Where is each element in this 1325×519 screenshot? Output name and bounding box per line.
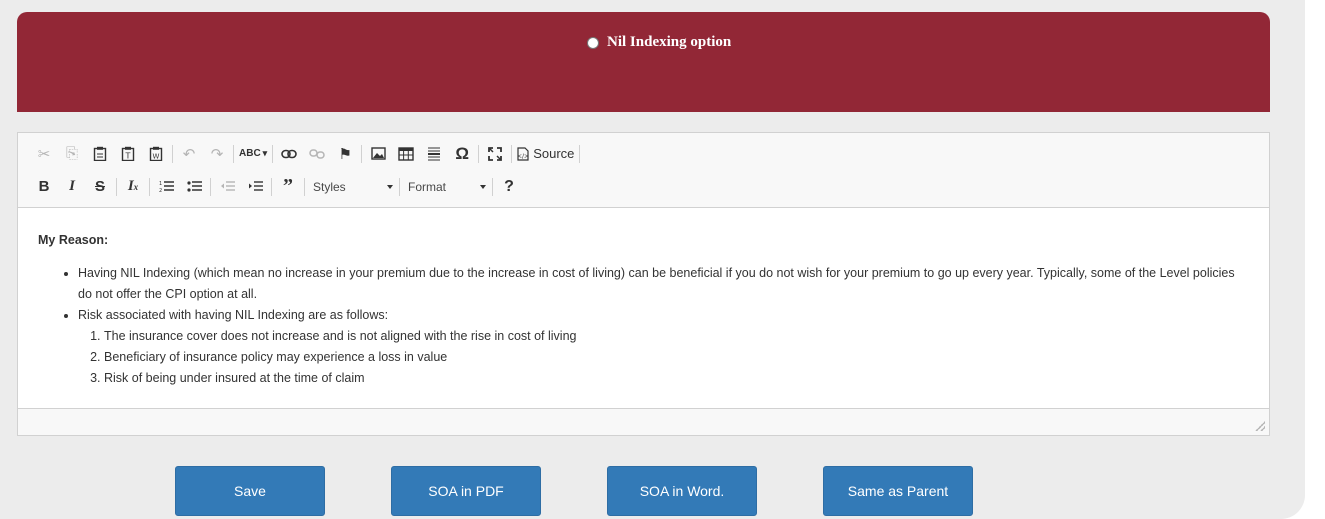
cut-icon[interactable]: ✂: [30, 141, 58, 167]
svg-text:</>: </>: [517, 153, 529, 160]
risk-list: The insurance cover does not increase an…: [104, 326, 1249, 389]
blockquote-icon[interactable]: ”: [274, 174, 302, 200]
bold-icon[interactable]: B: [30, 174, 58, 200]
maximize-icon[interactable]: [481, 141, 509, 167]
toolbar-separator: [511, 144, 513, 163]
list-item: The insurance cover does not increase an…: [104, 326, 1249, 347]
toolbar-separator: [210, 177, 211, 196]
increase-indent-icon[interactable]: [241, 174, 269, 200]
svg-text:1: 1: [159, 181, 162, 187]
undo-icon[interactable]: ↶: [175, 141, 203, 167]
format-label: Format: [408, 179, 447, 194]
anchor-flag-icon[interactable]: ⚑: [331, 141, 359, 167]
chevron-down-icon: [387, 184, 393, 189]
toolbar-separator: [272, 144, 274, 163]
toolbar-separator: [233, 144, 234, 163]
header-banner: Nil Indexing option: [17, 12, 1270, 112]
source-label: Source: [533, 146, 575, 161]
source-button[interactable]: </> Source: [514, 141, 577, 167]
paste-word-icon[interactable]: W: [142, 141, 170, 167]
paste-text-icon[interactable]: T: [114, 141, 142, 167]
resize-grip-icon[interactable]: [1255, 421, 1265, 431]
toolbar-separator: [304, 177, 305, 196]
save-button[interactable]: Save: [175, 466, 325, 516]
toolbar-separator: [149, 177, 150, 196]
styles-label: Styles: [313, 179, 346, 194]
special-char-icon[interactable]: Ω: [448, 141, 476, 167]
copy-icon[interactable]: ⎘: [58, 141, 86, 167]
svg-text:W: W: [153, 153, 160, 161]
list-item: Risk of being under insured at the time …: [104, 368, 1249, 389]
soa-word-button[interactable]: SOA in Word.: [607, 466, 757, 516]
toolbar-separator: [116, 177, 117, 196]
help-icon[interactable]: ?: [495, 174, 523, 200]
editor-content[interactable]: My Reason: Having NIL Indexing (which me…: [18, 208, 1269, 408]
toolbar-separator: [271, 177, 272, 196]
list-item: Risk associated with having NIL Indexing…: [78, 305, 1249, 389]
spellcheck-icon[interactable]: ABC ▾: [236, 141, 270, 167]
strikethrough-icon[interactable]: S: [86, 174, 114, 200]
list-item-text: Risk associated with having NIL Indexing…: [78, 308, 389, 322]
remove-format-icon[interactable]: Ix: [119, 174, 147, 200]
reason-heading: My Reason:: [38, 233, 109, 247]
nil-indexing-radio[interactable]: [587, 36, 599, 49]
svg-text:2: 2: [159, 188, 162, 193]
nil-indexing-option[interactable]: Nil Indexing option: [587, 34, 731, 51]
same-as-parent-button[interactable]: Same as Parent: [823, 466, 973, 516]
numbered-list-icon[interactable]: 12: [152, 174, 180, 200]
decrease-indent-icon[interactable]: [213, 174, 241, 200]
table-icon[interactable]: [392, 141, 420, 167]
list-item: Having NIL Indexing (which mean no incre…: [78, 263, 1249, 305]
editor-status-bar: [18, 408, 1269, 435]
redo-icon[interactable]: ↷: [203, 141, 231, 167]
format-dropdown[interactable]: Format: [402, 175, 490, 199]
link-icon[interactable]: [275, 141, 303, 167]
toolbar-row-1: ✂ ⎘ T W ↶ ↷ ABC ▾ ⚑ Ω </> Source: [30, 139, 1269, 168]
horizontal-line-icon[interactable]: [420, 141, 448, 167]
bulleted-list-icon[interactable]: [180, 174, 208, 200]
toolbar-separator: [478, 144, 480, 163]
image-icon[interactable]: [364, 141, 392, 167]
editor-toolbar: ✂ ⎘ T W ↶ ↷ ABC ▾ ⚑ Ω </> Source B I S I…: [18, 133, 1269, 208]
italic-icon[interactable]: I: [58, 174, 86, 200]
unlink-icon[interactable]: [303, 141, 331, 167]
toolbar-separator: [361, 144, 363, 163]
toolbar-separator: [579, 144, 581, 163]
list-item: Beneficiary of insurance policy may expe…: [104, 347, 1249, 368]
styles-dropdown[interactable]: Styles: [307, 175, 397, 199]
toolbar-separator: [492, 177, 493, 196]
chevron-down-icon: [480, 184, 486, 189]
paste-icon[interactable]: [86, 141, 114, 167]
reason-list: Having NIL Indexing (which mean no incre…: [78, 263, 1249, 389]
toolbar-separator: [172, 144, 173, 163]
rich-text-editor[interactable]: ✂ ⎘ T W ↶ ↷ ABC ▾ ⚑ Ω </> Source B I S I…: [17, 132, 1270, 436]
toolbar-row-2: B I S Ix 12 ” Styles Format ?: [30, 172, 1269, 201]
nil-indexing-label: Nil Indexing option: [607, 34, 732, 50]
toolbar-separator: [399, 177, 400, 196]
svg-text:T: T: [125, 152, 131, 161]
soa-pdf-button[interactable]: SOA in PDF: [391, 466, 541, 516]
